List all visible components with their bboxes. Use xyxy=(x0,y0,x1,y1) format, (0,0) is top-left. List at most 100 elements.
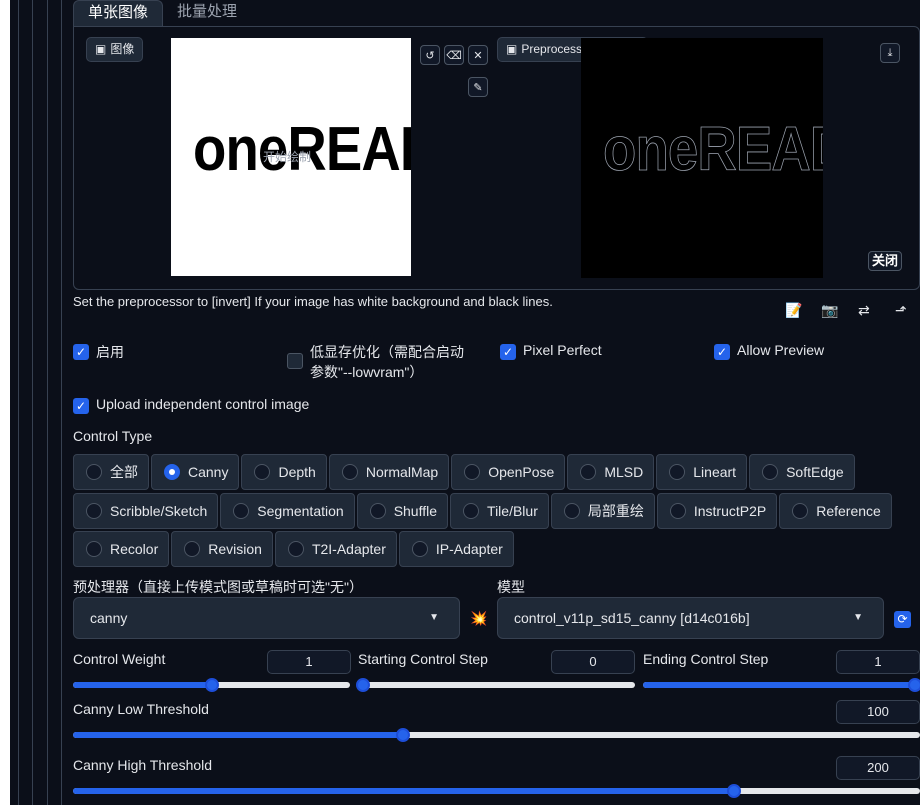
control-type-option-label: Shuffle xyxy=(393,503,438,519)
model-dropdown[interactable]: control_v11p_sd15_canny [d14c016b] ▼ xyxy=(497,597,884,639)
ending-step-slider[interactable] xyxy=(643,678,920,692)
explode-icon[interactable]: 💥 xyxy=(470,610,487,627)
control-type-option-label: Revision xyxy=(208,541,262,557)
tab-batch[interactable]: 批量处理 xyxy=(163,0,251,26)
upload-independent-checkbox[interactable]: ✓ Upload independent control image xyxy=(73,396,309,414)
upload-independent-label: Upload independent control image xyxy=(96,396,310,412)
control-type-option[interactable]: Tile/Blur xyxy=(450,493,549,529)
radio-icon xyxy=(164,464,180,480)
radio-icon xyxy=(369,503,386,519)
slider-thumb[interactable] xyxy=(396,728,411,742)
radio-icon xyxy=(792,503,809,519)
slider-thumb[interactable] xyxy=(356,678,370,692)
control-type-option-label: MLSD xyxy=(604,464,644,480)
control-type-option-label: Canny xyxy=(188,464,229,480)
radio-icon xyxy=(580,464,597,480)
lowvram-label-line1: 低显存优化（需配合启动 xyxy=(310,344,464,360)
input-image-label-text: 图像 xyxy=(110,42,135,56)
divider xyxy=(47,0,48,805)
slider-fill xyxy=(73,682,212,688)
eraser-icon[interactable]: ⌫ xyxy=(444,45,464,65)
control-type-option-label: Segmentation xyxy=(257,503,344,519)
control-type-option[interactable]: 全部 xyxy=(73,454,149,490)
notepad-icon[interactable]: 📝 xyxy=(785,302,802,319)
input-canvas[interactable]: oneREAD 开始绘制 xyxy=(171,38,411,276)
control-type-option-label: InstructP2P xyxy=(693,503,767,519)
download-icon[interactable]: ⤓ xyxy=(880,43,900,63)
control-type-option[interactable]: MLSD xyxy=(567,454,655,490)
control-weight-input[interactable]: 1 xyxy=(267,650,351,674)
high-threshold-input[interactable]: 200 xyxy=(836,756,920,780)
control-type-option[interactable]: IP-Adapter xyxy=(398,531,514,567)
control-type-option[interactable]: Recolor xyxy=(73,531,170,567)
radio-icon xyxy=(254,464,271,480)
allow-preview-checkbox[interactable]: ✓ Allow Preview xyxy=(714,342,824,360)
pixel-perfect-checkbox[interactable]: ✓ Pixel Perfect xyxy=(500,342,602,360)
control-weight-label: Control Weight xyxy=(73,651,166,667)
checkmark-icon: ✓ xyxy=(73,398,89,414)
control-type-option[interactable]: Shuffle xyxy=(356,493,449,529)
close-icon[interactable]: ✕ xyxy=(468,45,488,65)
control-type-option[interactable]: Scribble/Sketch xyxy=(73,493,219,529)
control-type-option-label: Tile/Blur xyxy=(487,503,538,519)
high-threshold-label: Canny High Threshold xyxy=(73,757,213,773)
starting-step-input[interactable]: 0 xyxy=(551,650,635,674)
control-type-option[interactable]: Canny xyxy=(151,454,240,490)
control-type-option[interactable]: Depth xyxy=(241,454,327,490)
radio-icon xyxy=(669,503,686,519)
checkbox-box xyxy=(287,353,303,369)
control-weight-slider[interactable] xyxy=(73,678,350,692)
control-type-option[interactable]: NormalMap xyxy=(328,454,450,490)
ending-step-label: Ending Control Step xyxy=(643,651,769,667)
divider xyxy=(32,0,33,805)
starting-step-slider[interactable] xyxy=(356,678,635,692)
control-type-option[interactable]: OpenPose xyxy=(451,454,566,490)
preprocessor-value: canny xyxy=(90,610,128,626)
chevron-down-icon: ▼ xyxy=(853,612,863,623)
control-type-option[interactable]: Lineart xyxy=(656,454,748,490)
control-type-option[interactable]: InstructP2P xyxy=(656,493,778,529)
low-threshold-slider[interactable] xyxy=(73,728,920,742)
control-type-option[interactable]: Revision xyxy=(171,531,273,567)
allow-preview-label: Allow Preview xyxy=(737,342,825,358)
undo-icon[interactable]: ↺ xyxy=(420,45,440,65)
control-type-label: Control Type xyxy=(73,428,153,444)
preprocessor-label: 预处理器（直接上传模式图或草稿时可选"无"） xyxy=(73,579,363,595)
checkmark-icon: ✓ xyxy=(73,344,89,360)
preprocessor-preview: oneREAD xyxy=(581,38,823,278)
refresh-icon[interactable]: ⟳ xyxy=(894,611,911,628)
preview-image-content: oneREAD xyxy=(603,115,823,185)
radio-icon xyxy=(411,541,428,557)
radio-icon xyxy=(463,503,480,519)
control-type-option[interactable]: T2I-Adapter xyxy=(274,531,397,567)
slider-thumb[interactable] xyxy=(204,678,219,692)
high-threshold-slider[interactable] xyxy=(73,784,920,798)
model-value: control_v11p_sd15_canny [d14c016b] xyxy=(514,610,750,626)
brush-icon[interactable]: ✎ xyxy=(468,77,488,97)
slider-fill xyxy=(73,788,734,794)
radio-icon xyxy=(287,541,304,557)
radio-icon xyxy=(563,503,580,519)
control-type-option[interactable]: Reference xyxy=(779,493,892,529)
control-type-option-label: NormalMap xyxy=(365,464,439,480)
lowvram-checkbox[interactable]: 低显存优化（需配合启动 参数"--lowvram"） xyxy=(287,342,464,382)
low-threshold-label: Canny Low Threshold xyxy=(73,701,209,717)
camera-icon[interactable]: 📷 xyxy=(821,302,838,319)
slider-thumb[interactable] xyxy=(726,784,741,798)
ending-step-input[interactable]: 1 xyxy=(836,650,920,674)
image-icon: ▣ xyxy=(95,42,107,56)
control-type-option[interactable]: SoftEdge xyxy=(749,454,855,490)
pixel-perfect-label: Pixel Perfect xyxy=(523,342,602,358)
enable-checkbox[interactable]: ✓ 启用 xyxy=(73,342,124,362)
slider-thumb[interactable] xyxy=(908,678,920,692)
swap-icon[interactable]: ⇄ xyxy=(858,302,870,319)
low-threshold-input[interactable]: 100 xyxy=(836,700,920,724)
tab-single-image[interactable]: 单张图像 xyxy=(73,0,164,26)
control-type-option[interactable]: Segmentation xyxy=(220,493,355,529)
send-icon[interactable]: ⬏ xyxy=(895,302,907,319)
close-preview-button[interactable]: 关闭 xyxy=(868,251,903,271)
preprocessor-dropdown[interactable]: canny ▼ xyxy=(73,597,460,639)
starting-step-label: Starting Control Step xyxy=(358,651,488,667)
control-type-option[interactable]: 局部重绘 xyxy=(550,493,655,529)
divider xyxy=(18,0,19,805)
